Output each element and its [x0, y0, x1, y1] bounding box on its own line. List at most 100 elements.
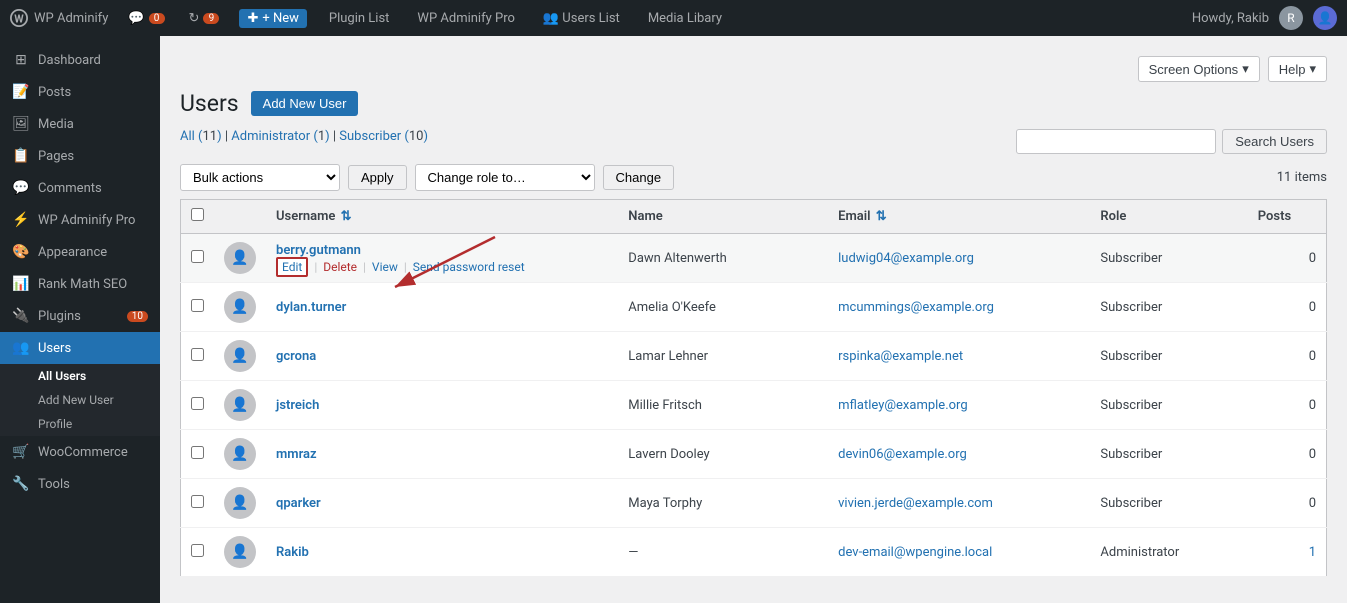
sidebar-item-comments[interactable]: 💬 Comments	[0, 172, 160, 204]
username-link[interactable]: jstreich	[276, 398, 319, 413]
username-link[interactable]: berry.gutmann	[276, 243, 361, 258]
email-link[interactable]: vivien.jerde@example.com	[838, 496, 993, 511]
plugin-list-link[interactable]: Plugin List	[323, 11, 396, 26]
row-name-cell: Dawn Altenwerth	[618, 234, 828, 283]
row-checkbox[interactable]	[191, 397, 204, 410]
users-table: Username ⇅ Name Email ⇅ Role Posts	[180, 199, 1327, 577]
email-link[interactable]: ludwig04@example.org	[838, 251, 974, 266]
sidebar-item-media[interactable]: 🖼 Media	[0, 108, 160, 140]
submenu-all-users[interactable]: All Users	[0, 364, 160, 388]
row-name-cell: Lamar Lehner	[618, 332, 828, 381]
site-logo[interactable]: W WP Adminify	[10, 9, 108, 27]
sidebar-item-appearance[interactable]: 🎨 Appearance	[0, 236, 160, 268]
posts-icon: 📝	[12, 84, 30, 100]
sidebar-item-pages[interactable]: 📋 Pages	[0, 140, 160, 172]
username-link[interactable]: gcrona	[276, 349, 316, 364]
submenu-profile[interactable]: Profile	[0, 412, 160, 436]
sidebar-item-woocommerce[interactable]: 🛒 WooCommerce	[0, 436, 160, 468]
col-header-username[interactable]: Username ⇅	[266, 200, 618, 234]
table-row: 👤 mmraz Lavern Dooley devin06@example.or…	[181, 430, 1327, 479]
email-link[interactable]: devin06@example.org	[838, 447, 967, 462]
add-new-user-button[interactable]: Add New User	[251, 91, 359, 116]
sidebar-item-tools[interactable]: 🔧 Tools	[0, 468, 160, 500]
row-checkbox[interactable]	[191, 446, 204, 459]
send-password-reset-link[interactable]: Send password reset	[413, 260, 525, 274]
username-link[interactable]: qparker	[276, 496, 321, 511]
sidebar-item-users[interactable]: 👥 Users	[0, 332, 160, 364]
username-link[interactable]: dylan.turner	[276, 300, 346, 315]
apply-button[interactable]: Apply	[348, 165, 407, 190]
username-sort-icon: ⇅	[341, 209, 352, 224]
delete-link[interactable]: Delete	[323, 260, 357, 274]
sidebar-item-rank-math-seo[interactable]: 📊 Rank Math SEO	[0, 268, 160, 300]
sidebar-item-plugins[interactable]: 🔌 Plugins 10	[0, 300, 160, 332]
sidebar-label-wp-adminify-pro: WP Adminify Pro	[38, 213, 135, 228]
sidebar-item-wp-adminify-pro[interactable]: ⚡ WP Adminify Pro	[0, 204, 160, 236]
bulk-actions-select[interactable]: Bulk actions	[180, 164, 340, 191]
row-posts-cell: 0	[1248, 332, 1327, 381]
avatar: 👤	[224, 487, 256, 519]
table-header-row: Username ⇅ Name Email ⇅ Role Posts	[181, 200, 1327, 234]
submenu-add-new-user[interactable]: Add New User	[0, 388, 160, 412]
search-users-button[interactable]: Search Users	[1222, 129, 1327, 154]
row-name-cell: Lavern Dooley	[618, 430, 828, 479]
page-title: Users	[180, 90, 239, 117]
row-checkbox[interactable]	[191, 299, 204, 312]
filter-subscriber-link[interactable]: Subscriber (10)	[339, 129, 428, 144]
howdy-text: Howdy, Rakib	[1192, 11, 1269, 26]
filter-all-link[interactable]: All (11)	[180, 129, 222, 144]
media-library-link[interactable]: Media Libary	[642, 11, 728, 26]
row-checkbox[interactable]	[191, 250, 204, 263]
avatar: 👤	[224, 340, 256, 372]
admin-menu: ⊞ Dashboard 📝 Posts 🖼 Media 📋 Pages 💬 Co…	[0, 36, 160, 603]
updates-item[interactable]: ↻ 9	[185, 11, 224, 26]
row-role-cell: Subscriber	[1090, 283, 1247, 332]
posts-count-link[interactable]: 1	[1309, 545, 1316, 560]
row-checkbox-cell	[181, 234, 215, 283]
view-link[interactable]: View	[372, 260, 398, 274]
username-link[interactable]: Rakib	[276, 545, 309, 560]
select-all-checkbox[interactable]	[191, 208, 204, 221]
sidebar-label-woocommerce: WooCommerce	[38, 445, 128, 460]
sidebar-item-dashboard[interactable]: ⊞ Dashboard	[0, 44, 160, 76]
row-checkbox[interactable]	[191, 495, 204, 508]
row-role-cell: Administrator	[1090, 528, 1247, 577]
avatar: 👤	[224, 438, 256, 470]
sidebar-label-dashboard: Dashboard	[38, 53, 101, 68]
sidebar-item-posts[interactable]: 📝 Posts	[0, 76, 160, 108]
avatar[interactable]: R	[1279, 6, 1303, 30]
comments-icon-item[interactable]: 💬 0	[124, 11, 168, 26]
search-users-input[interactable]	[1016, 129, 1216, 154]
row-posts-cell: 0	[1248, 381, 1327, 430]
email-link[interactable]: dev-email@wpengine.local	[838, 545, 992, 560]
wp-adminify-pro-link[interactable]: WP Adminify Pro	[411, 11, 520, 26]
edit-button[interactable]: Edit	[276, 257, 308, 277]
tools-icon: 🔧	[12, 476, 30, 492]
email-link[interactable]: mflatley@example.org	[838, 398, 968, 413]
help-button[interactable]: Help ▾	[1268, 56, 1327, 82]
users-list-link[interactable]: 👥 Users List	[537, 11, 626, 26]
col-header-email[interactable]: Email ⇅	[828, 200, 1090, 234]
row-role-cell: Subscriber	[1090, 430, 1247, 479]
admin-count: 1	[318, 129, 325, 144]
username-link[interactable]: mmraz	[276, 447, 317, 462]
site-name: WP Adminify	[34, 11, 108, 26]
row-checkbox[interactable]	[191, 544, 204, 557]
email-link[interactable]: mcummings@example.org	[838, 300, 994, 315]
row-checkbox[interactable]	[191, 348, 204, 361]
email-link[interactable]: rspinka@example.net	[838, 349, 963, 364]
user-icon-button[interactable]: 👤	[1313, 6, 1337, 30]
new-button[interactable]: ✚ + New	[239, 9, 306, 28]
search-users-group: Search Users	[1016, 129, 1327, 154]
table-container: Username ⇅ Name Email ⇅ Role Posts	[180, 199, 1327, 577]
sidebar-label-users: Users	[38, 341, 71, 356]
filter-administrator-link[interactable]: Administrator (1)	[231, 129, 329, 144]
screen-options-bar: Screen Options ▾ Help ▾	[180, 56, 1327, 82]
row-name-cell: —	[618, 528, 828, 577]
updates-count: 9	[203, 13, 219, 24]
screen-options-button[interactable]: Screen Options ▾	[1138, 56, 1260, 82]
row-posts-cell: 0	[1248, 283, 1327, 332]
change-role-select[interactable]: Change role to…	[415, 164, 595, 191]
filter-links: All (11) | Administrator (1) | Subscribe…	[180, 129, 428, 144]
change-button[interactable]: Change	[603, 165, 675, 190]
